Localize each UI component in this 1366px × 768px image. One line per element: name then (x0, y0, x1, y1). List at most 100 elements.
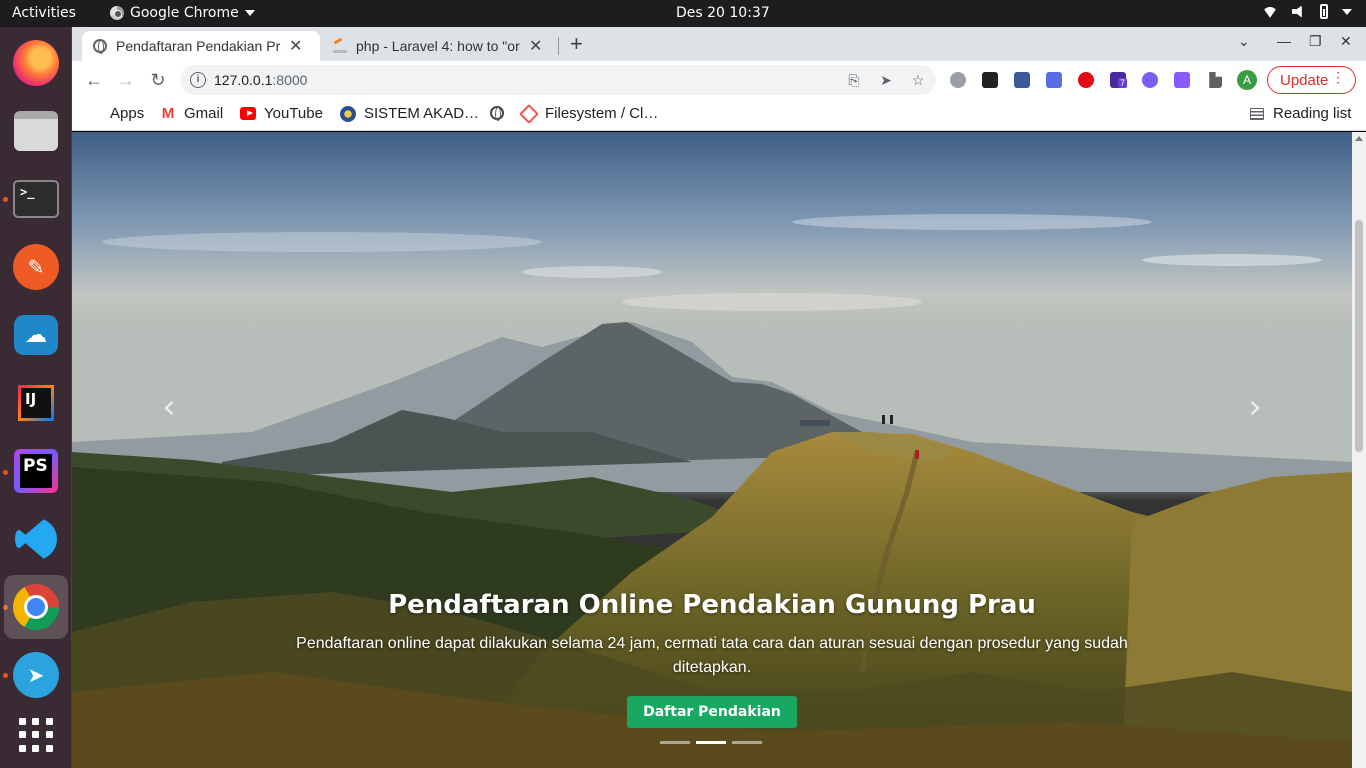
page-viewport: ‹ › Pendaftaran Online Pendakian Gunung … (72, 132, 1352, 768)
extension-icon[interactable] (982, 72, 998, 88)
extension-icon[interactable] (1014, 72, 1030, 88)
telegram-icon: ➤ (13, 652, 59, 698)
bookmark-youtube[interactable]: YouTube (240, 105, 323, 122)
update-button[interactable]: Update ⋮ (1267, 66, 1356, 94)
files-icon (14, 111, 58, 151)
app-menu-label: Google Chrome (130, 5, 239, 21)
show-applications-button[interactable] (4, 703, 68, 767)
dock: >_ ✎ ☁ IJ PS ➤ (0, 27, 72, 768)
dock-firefox[interactable] (4, 31, 68, 95)
dock-vscode[interactable] (4, 507, 68, 571)
tab-title: Pendaftaran Pendakian Prau (116, 38, 281, 54)
dock-postman[interactable]: ✎ (4, 235, 68, 299)
new-tab-button[interactable]: + (570, 31, 583, 57)
bookmark-label: Filesystem / Cl… (545, 105, 659, 122)
minimize-button[interactable]: — (1277, 33, 1291, 49)
bookmark-apps[interactable]: Apps (86, 105, 144, 122)
reload-button[interactable]: ↻ (146, 68, 170, 92)
dock-telegram[interactable]: ➤ (4, 643, 68, 707)
dock-terminal[interactable]: >_ (4, 167, 68, 231)
app-grid-icon (19, 718, 53, 752)
globe-icon (92, 38, 108, 54)
carousel-caption: Pendaftaran Online Pendakian Gunung Prau… (72, 590, 1352, 728)
opera-icon[interactable] (1078, 72, 1094, 88)
carousel-indicator-3[interactable] (732, 741, 762, 744)
chrome-app-icon (110, 6, 124, 20)
bookmark-star-icon[interactable]: ☆ (910, 72, 926, 88)
carousel-indicators (660, 741, 762, 744)
dock-chrome[interactable] (4, 575, 68, 639)
bookmarks-bar: Apps M Gmail YouTube SISTEM AKAD… Filesy… (72, 99, 1366, 131)
carousel-indicator-1[interactable] (660, 741, 690, 744)
stackoverflow-icon (332, 38, 348, 54)
extension-icon[interactable]: 7 (1110, 72, 1128, 88)
profile-avatar[interactable]: A (1237, 70, 1257, 90)
bookmark-label: Gmail (184, 105, 224, 122)
send-icon[interactable]: ➤ (878, 72, 894, 88)
page-scrollbar[interactable] (1352, 132, 1366, 768)
firefox-icon (13, 40, 59, 86)
chrome-icon (13, 584, 59, 630)
apps-icon (86, 106, 102, 122)
university-icon (340, 105, 356, 122)
dock-intellij[interactable]: IJ (4, 371, 68, 435)
dock-files[interactable] (4, 99, 68, 163)
browser-window: Pendaftaran Pendakian Prau ✕ php - Larav… (72, 27, 1366, 768)
translate-icon[interactable]: ⎘ (846, 72, 862, 88)
terminal-icon: >_ (13, 180, 59, 218)
close-window-button[interactable]: ✕ (1340, 33, 1352, 50)
tab-divider (558, 37, 559, 55)
extension-globe-icon[interactable] (950, 72, 966, 88)
scroll-up-arrow[interactable] (1355, 136, 1363, 141)
system-top-bar: Activities Google Chrome Des 20 10:37 (0, 0, 1366, 27)
carousel-next-button[interactable]: › (1240, 390, 1270, 424)
scrollbar-thumb[interactable] (1355, 220, 1363, 452)
url-text[interactable]: 127.0.0.1:8000 (214, 72, 307, 88)
extension-icon[interactable] (1046, 72, 1062, 88)
phpstorm-icon: PS (14, 449, 58, 493)
info-icon[interactable]: i (190, 72, 206, 88)
back-button[interactable]: ← (82, 68, 106, 92)
postman-icon: ✎ (13, 244, 59, 290)
tab-pendaftaran[interactable]: Pendaftaran Pendakian Prau ✕ (82, 31, 320, 61)
extension-icon[interactable] (1142, 72, 1158, 88)
tab-search-button[interactable]: ⌄ (1238, 33, 1250, 50)
maximize-button[interactable]: ❐ (1309, 33, 1322, 50)
activities-button[interactable]: Activities (12, 5, 76, 21)
dock-cloud[interactable]: ☁ (4, 303, 68, 367)
app-menu[interactable]: Google Chrome (110, 5, 255, 21)
more-menu-icon: ⋮ (1331, 69, 1345, 85)
volume-icon (1292, 5, 1302, 18)
youtube-icon (240, 106, 256, 122)
reading-list-button[interactable]: Reading list (1249, 105, 1351, 122)
reading-list-icon (1249, 106, 1265, 122)
bookmark-gmail[interactable]: M Gmail (160, 105, 223, 122)
bookmark-globe[interactable] (489, 105, 513, 121)
bookmark-filesystem[interactable]: Filesystem / Cl… (519, 103, 659, 124)
chevron-down-icon (1342, 8, 1352, 15)
daftar-pendakian-button[interactable]: Daftar Pendakian (627, 696, 797, 728)
globe-icon (489, 105, 505, 121)
tab-stackoverflow[interactable]: php - Laravel 4: how to "or ✕ (322, 31, 558, 61)
vscode-icon (15, 518, 57, 560)
extension-icon[interactable] (1174, 72, 1190, 88)
gmail-icon: M (161, 105, 175, 122)
intellij-icon: IJ (18, 385, 54, 421)
clock[interactable]: Des 20 10:37 (676, 5, 770, 21)
address-bar[interactable]: i 127.0.0.1:8000 ⎘ ➤ ☆ (180, 65, 936, 95)
forward-button[interactable]: → (114, 68, 138, 92)
laravel-icon (519, 103, 539, 124)
browser-toolbar: ← → ↻ i 127.0.0.1:8000 ⎘ ➤ ☆ 7 A Update … (72, 61, 1366, 99)
bookmark-sistem-akad[interactable]: SISTEM AKAD… (340, 105, 479, 122)
dock-phpstorm[interactable]: PS (4, 439, 68, 503)
close-icon[interactable]: ✕ (529, 36, 542, 56)
cloud-icon: ☁ (14, 315, 58, 355)
system-tray[interactable] (1262, 4, 1352, 19)
carousel-indicator-2[interactable] (696, 741, 726, 744)
close-icon[interactable]: ✕ (289, 36, 302, 56)
battery-icon (1320, 4, 1328, 19)
extensions-puzzle-icon[interactable] (1209, 72, 1222, 88)
hero-description: Pendaftaran online dapat dilakukan selam… (296, 635, 1128, 676)
tab-strip: Pendaftaran Pendakian Prau ✕ php - Larav… (72, 27, 1366, 61)
carousel-prev-button[interactable]: ‹ (154, 390, 184, 424)
